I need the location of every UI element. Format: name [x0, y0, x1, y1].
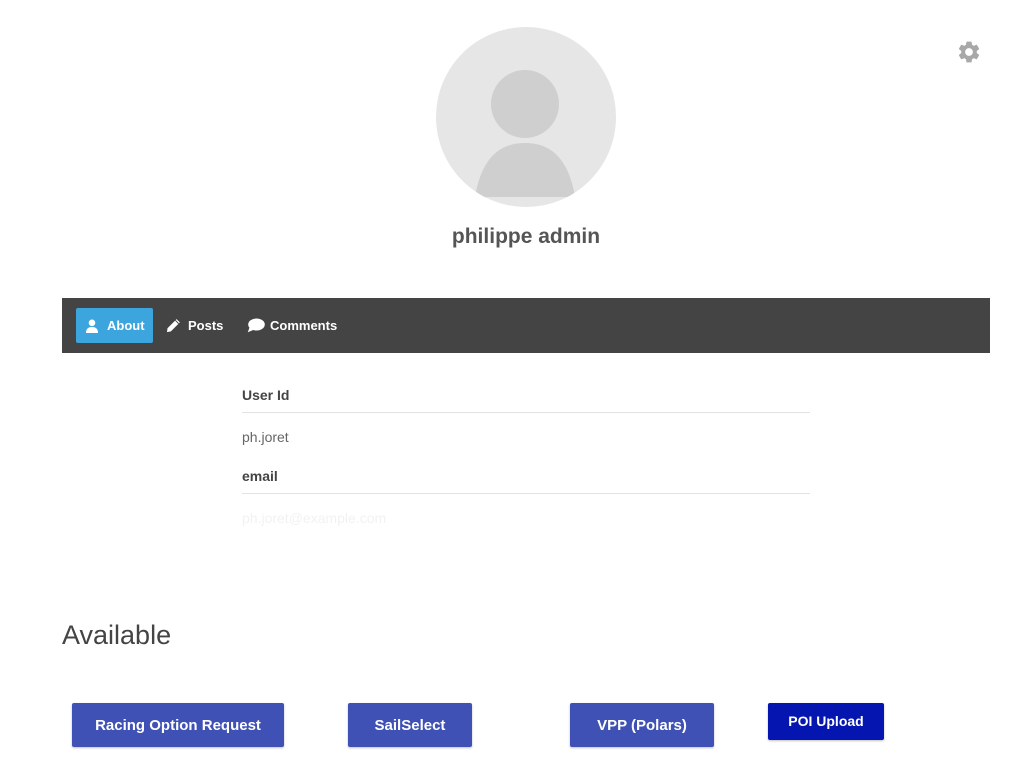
- available-section-title: Available: [62, 620, 172, 650]
- email-value: ph.joret@example.com: [242, 510, 387, 526]
- user-icon: [86, 319, 98, 333]
- about-details: User Id ph.joret email ph.joret@example.…: [242, 380, 810, 542]
- speech-bubble-icon: [247, 318, 265, 333]
- tab-posts[interactable]: Posts: [164, 308, 223, 343]
- gear-icon: [958, 41, 980, 63]
- tab-about[interactable]: About: [76, 308, 153, 343]
- profile-name: philippe admin: [451, 225, 601, 248]
- user-placeholder-icon: [475, 70, 575, 197]
- pencil-icon: [166, 319, 180, 333]
- settings-button[interactable]: [954, 37, 984, 67]
- tab-posts-label: Posts: [188, 318, 224, 333]
- tab-about-label: About: [107, 318, 145, 333]
- profile-tab-bar: About Posts Comments: [62, 298, 990, 353]
- user-id-label: User Id: [242, 380, 810, 413]
- tab-comments[interactable]: Comments: [245, 308, 337, 343]
- tab-comments-label: Comments: [270, 318, 338, 333]
- user-id-value: ph.joret: [242, 429, 289, 445]
- avatar: [436, 27, 616, 207]
- poi-upload-button[interactable]: POI Upload: [768, 703, 884, 740]
- racing-option-request-button[interactable]: Racing Option Request: [72, 703, 284, 747]
- profile-page: philippe admin About Posts Comments User: [0, 0, 1024, 767]
- vpp-polars-button[interactable]: VPP (Polars): [570, 703, 714, 747]
- email-label: email: [242, 461, 810, 494]
- sailselect-button[interactable]: SailSelect: [348, 703, 472, 747]
